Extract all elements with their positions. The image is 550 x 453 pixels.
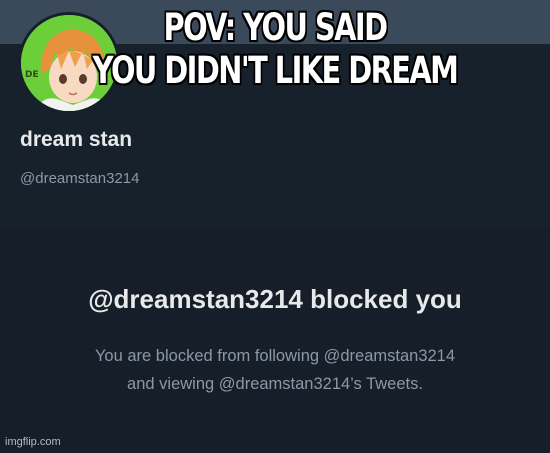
blocked-description-line2: and viewing @dreamstan3214’s Tweets.	[127, 375, 423, 393]
blocked-title: @dreamstan3214 blocked you	[88, 284, 462, 314]
svg-text:DE: DE	[25, 70, 39, 80]
blocked-section	[0, 228, 550, 453]
blocked-description-line1: You are blocked from following @dreamsta…	[94, 347, 456, 365]
meme-caption-line2: YOU DIDN'T LIKE DREAM	[92, 49, 459, 92]
meme-caption-line1: POV: YOU SAID	[163, 6, 389, 49]
blocked-description: You are blocked from following @dreamsta…	[0, 342, 550, 398]
meme-caption: POV: YOU SAID YOU DIDN'T LIKE DREAM	[61, 6, 490, 92]
display-name: dream stan	[20, 128, 133, 151]
profile-handle: @dreamstan3214	[20, 170, 140, 187]
imgflip-watermark: imgflip.com	[5, 436, 61, 448]
